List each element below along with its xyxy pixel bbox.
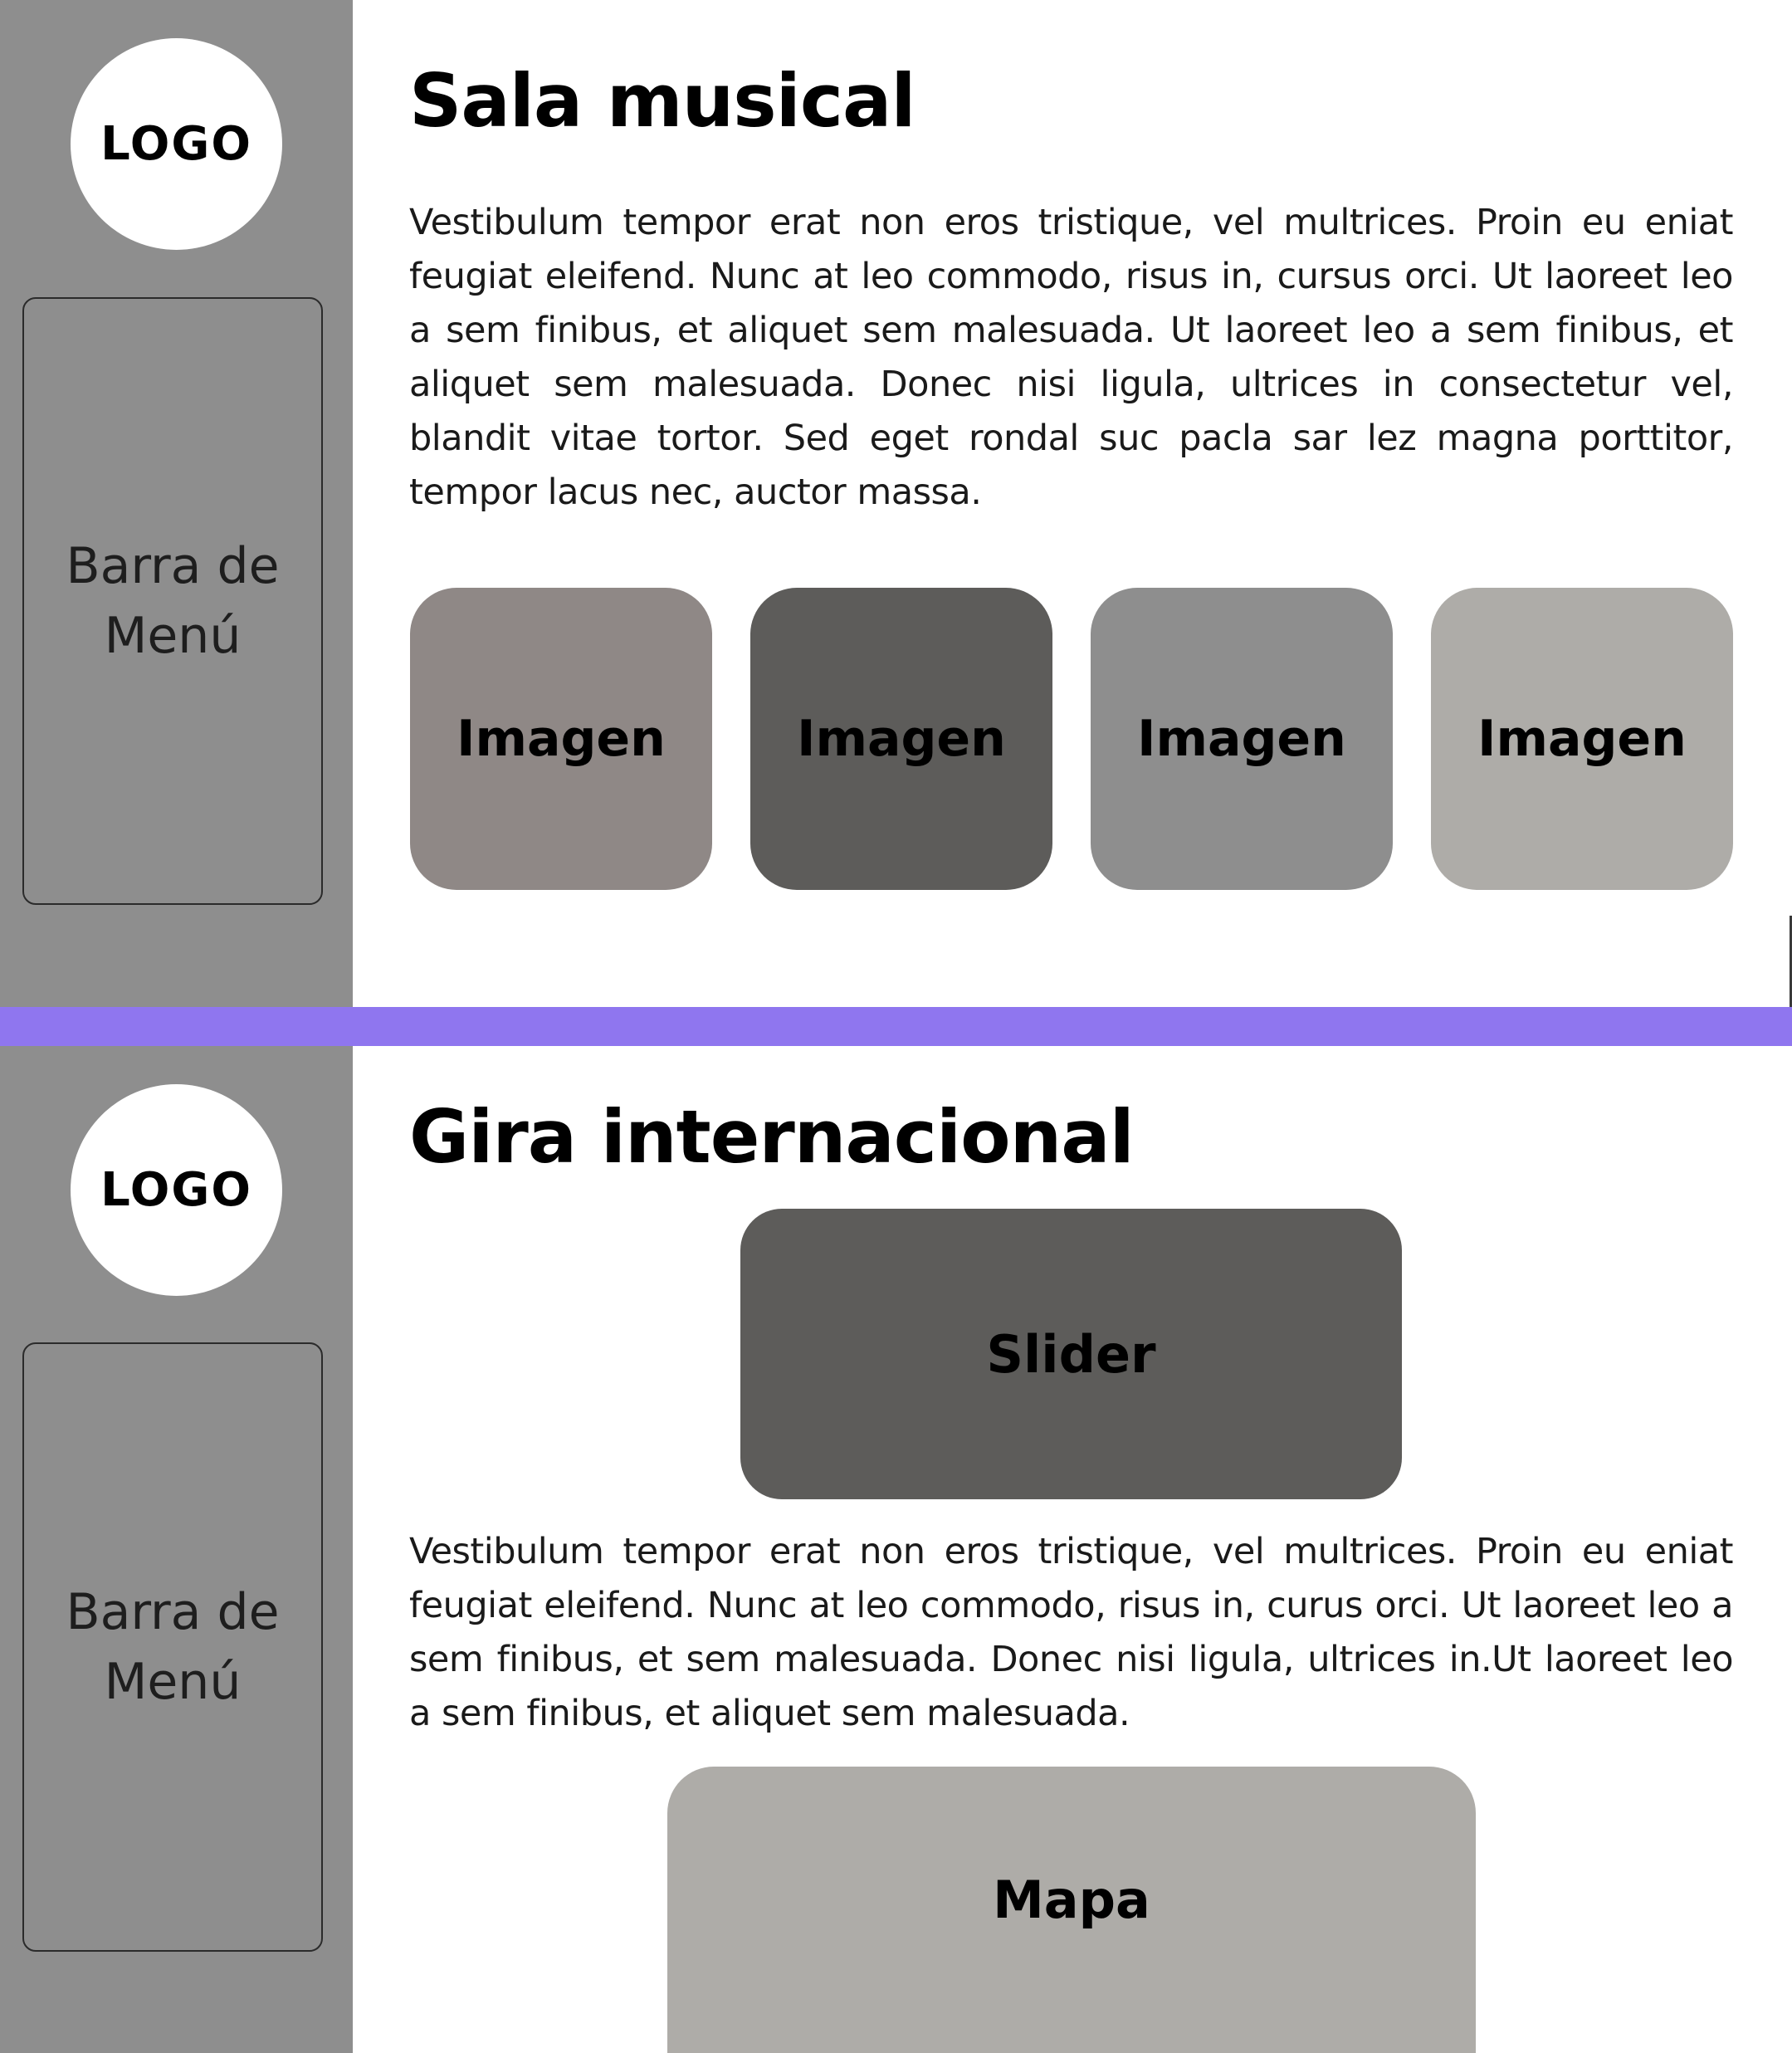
image-placeholder-1[interactable]: Imagen [410, 588, 712, 890]
image-placeholder-4[interactable]: Imagen [1431, 588, 1733, 890]
image-placeholder-2[interactable]: Imagen [750, 588, 1052, 890]
page-title: Gira internacional [409, 1094, 1135, 1180]
menu-bar-label: Barra de Menú [66, 537, 280, 665]
section-divider [0, 1007, 1792, 1046]
body-paragraph: Vestibulum tempor erat non eros tristiqu… [409, 1531, 1734, 1734]
map-placeholder[interactable]: Mapa [667, 1767, 1476, 2053]
wireframe-sala-musical: LOGO Barra de Menú Sala musical Vestibul… [0, 0, 1792, 1007]
logo[interactable]: LOGO [71, 38, 282, 250]
menu-bar[interactable]: Barra de Menú [22, 1342, 323, 1952]
body-paragraph: Vestibulum tempor erat non eros tristiqu… [409, 202, 1734, 513]
menu-bar[interactable]: Barra de Menú [22, 297, 323, 905]
slider-placeholder[interactable]: Slider [740, 1209, 1402, 1499]
sidebar: LOGO Barra de Menú [0, 1046, 353, 2053]
page-title: Sala musical [409, 58, 916, 144]
logo[interactable]: LOGO [71, 1084, 282, 1296]
wireframe-gira-internacional: LOGO Barra de Menú Gira internacional Sl… [0, 1046, 1792, 2053]
menu-bar-label: Barra de Menú [66, 1583, 280, 1711]
image-placeholder-3[interactable]: Imagen [1091, 588, 1393, 890]
sidebar: LOGO Barra de Menú [0, 0, 353, 1007]
